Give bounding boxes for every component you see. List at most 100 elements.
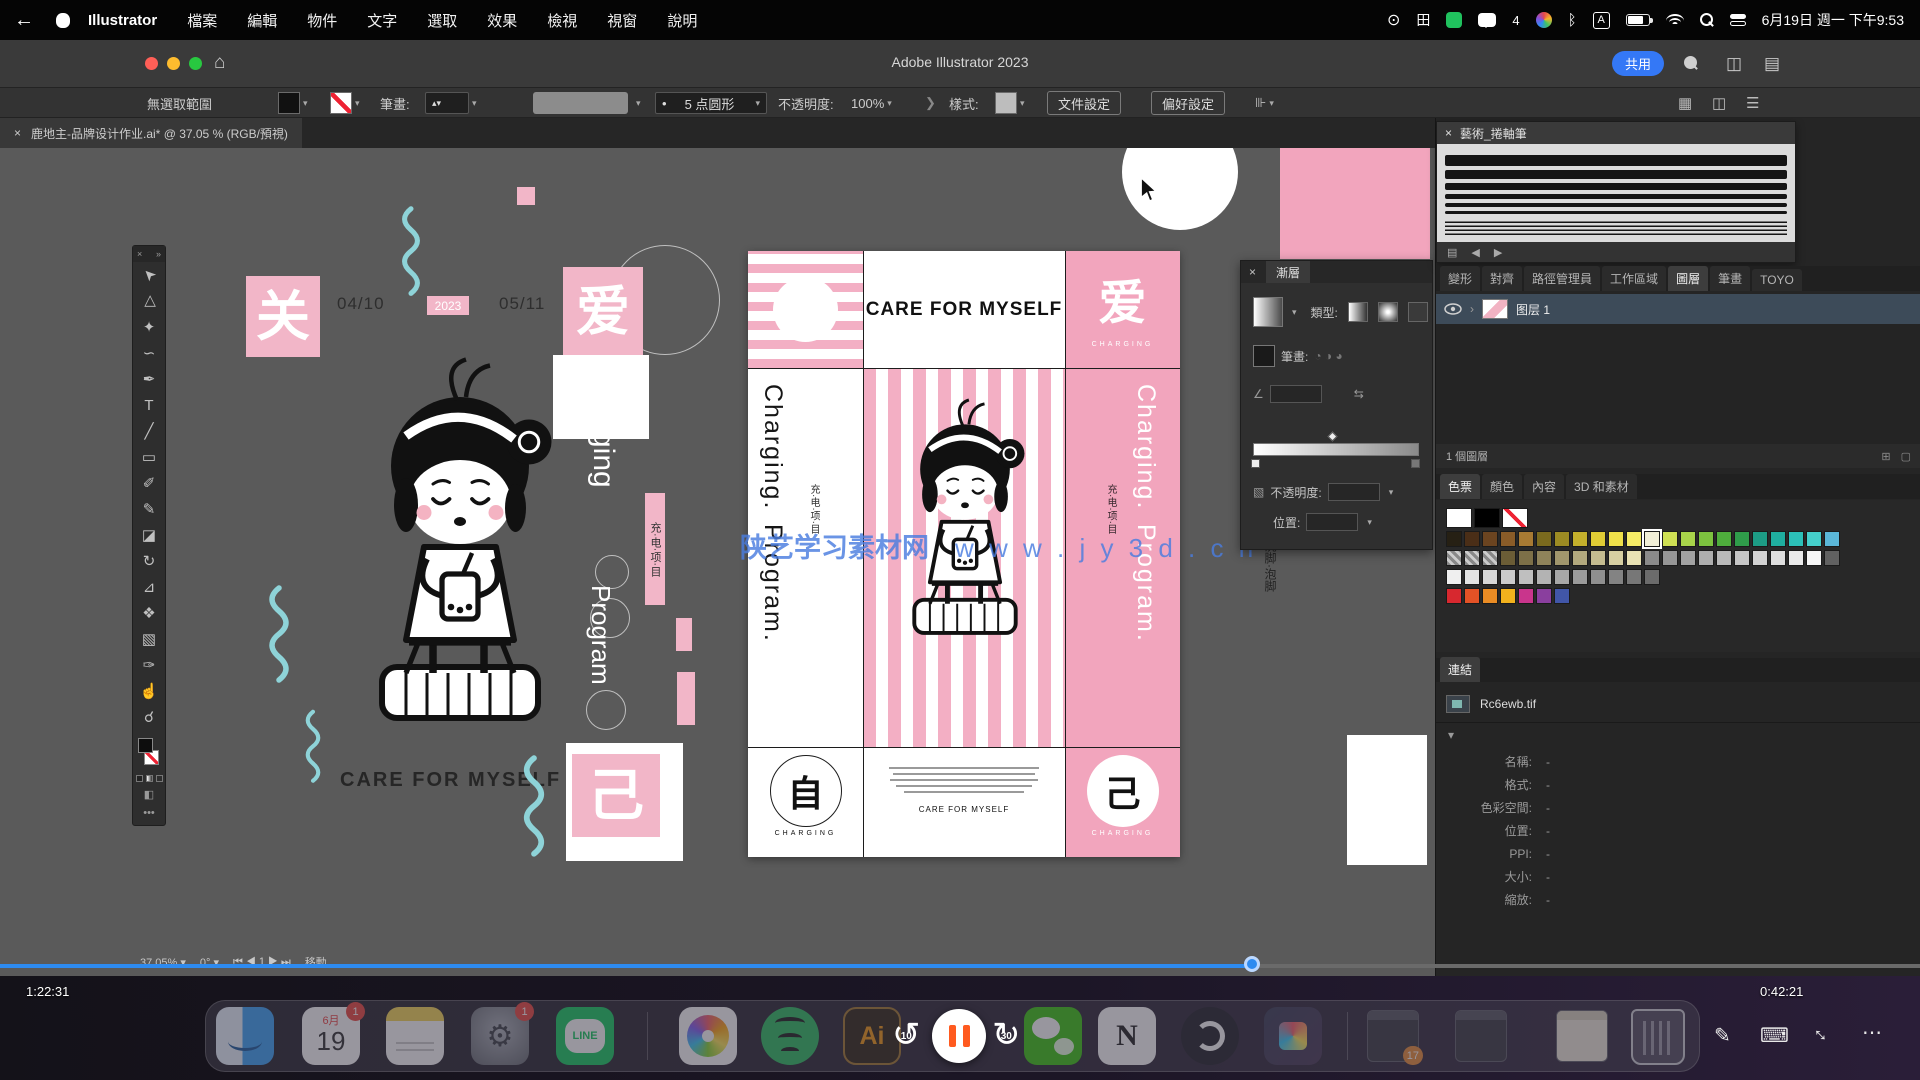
grid-view-icon[interactable]: ▦ (1678, 92, 1692, 114)
pen-tool[interactable]: ✒ (133, 366, 165, 392)
wifi-icon[interactable] (1666, 14, 1684, 27)
color-swatch[interactable] (1626, 550, 1642, 566)
pencil-tool[interactable]: ✎ (133, 496, 165, 522)
color-swatch[interactable] (1788, 531, 1804, 547)
color-swatch[interactable] (1518, 550, 1534, 566)
stroke-weight-stepper[interactable]: ▴▾▾ (425, 92, 477, 114)
color-swatch[interactable] (1518, 569, 1534, 585)
layer-visibility-icon[interactable] (1444, 303, 1462, 315)
document-setup-button[interactable]: 文件設定 (1047, 91, 1121, 115)
menu-item-編輯[interactable]: 編輯 (247, 10, 277, 31)
link-info-expander[interactable]: ▾ (1448, 728, 1454, 742)
color-swatch[interactable] (1500, 550, 1516, 566)
rotate-tool[interactable]: ↻ (133, 548, 165, 574)
shape-builder-tool[interactable]: ❖ (133, 600, 165, 626)
menu-item-視窗[interactable]: 視窗 (607, 10, 637, 31)
scale-tool[interactable]: ⊿ (133, 574, 165, 600)
new-layer-icon[interactable]: ⊞ (1881, 450, 1890, 463)
back-arrow-icon[interactable]: ← (14, 9, 34, 32)
color-swatch[interactable] (1824, 550, 1840, 566)
panel-tab-顏色[interactable]: 顏色 (1482, 474, 1522, 499)
color-swatch[interactable] (1554, 569, 1570, 585)
freeform-gradient-icon[interactable] (1408, 302, 1428, 322)
gradient-position-field[interactable] (1306, 513, 1358, 531)
brush-library-icon[interactable]: ▤ (1447, 246, 1457, 259)
color-swatch[interactable] (1572, 531, 1588, 547)
color-swatch[interactable] (1500, 588, 1516, 604)
color-swatch[interactable] (1554, 550, 1570, 566)
color-swatch[interactable] (1734, 531, 1750, 547)
stroke-color-well[interactable]: ▾ (330, 92, 360, 114)
color-swatch[interactable] (1770, 531, 1786, 547)
gradient-midpoint[interactable] (1328, 432, 1338, 442)
color-swatch[interactable] (1518, 588, 1534, 604)
panel-tab-筆畫[interactable]: 筆畫 (1710, 266, 1750, 291)
color-swatch[interactable] (1608, 550, 1624, 566)
color-swatch[interactable] (1482, 569, 1498, 585)
color-swatch[interactable] (1464, 531, 1480, 547)
control-center-icon[interactable] (1730, 14, 1746, 26)
color-swatch[interactable] (1482, 588, 1498, 604)
color-swatch[interactable] (1734, 550, 1750, 566)
colorful-app-icon[interactable] (1536, 12, 1552, 28)
lasso-tool[interactable]: ∽ (133, 340, 165, 366)
arrange-documents-icon[interactable]: ◫ (1726, 54, 1742, 74)
brushes-panel-close-icon[interactable]: × (1445, 126, 1452, 140)
color-swatch[interactable] (1644, 569, 1660, 585)
fill-chip[interactable] (138, 738, 153, 753)
gradient-panel-close-icon[interactable]: × (1249, 265, 1256, 279)
input-source-icon[interactable]: 田 (1416, 10, 1430, 30)
magic-wand-tool[interactable]: ✦ (133, 314, 165, 340)
color-swatch[interactable] (1788, 550, 1804, 566)
layer-name[interactable]: 图层 1 (1516, 301, 1550, 318)
screen-mirroring-icon[interactable]: ⊙ (1387, 10, 1400, 30)
brush-stroke-preview[interactable] (1445, 170, 1787, 179)
gradient-tool-icon[interactable]: ▧ (1253, 485, 1264, 499)
video-progress-track[interactable] (0, 964, 1920, 968)
color-swatch[interactable] (1590, 569, 1606, 585)
color-swatch[interactable] (1806, 550, 1822, 566)
radial-gradient-icon[interactable] (1378, 302, 1398, 322)
menu-item-說明[interactable]: 說明 (667, 10, 697, 31)
color-swatch[interactable] (1464, 569, 1480, 585)
pause-button[interactable] (932, 1009, 986, 1063)
type-tool[interactable]: T (133, 392, 165, 418)
brush-stroke-preview[interactable] (1445, 211, 1787, 214)
gradient-panel-tab[interactable]: 漸層 (1266, 261, 1310, 283)
skip-back-button[interactable]: ↺10 (892, 1018, 921, 1052)
color-swatch[interactable] (1752, 531, 1768, 547)
menu-clock[interactable]: 6月19日 週一 下午9:53 (1762, 10, 1904, 30)
more-options-chevron[interactable]: ❯ (925, 92, 936, 114)
spotlight-search-icon[interactable] (1700, 13, 1714, 27)
color-swatch[interactable] (1716, 531, 1732, 547)
gradient-tool[interactable]: ▧ (133, 626, 165, 652)
panel-tab-圖層[interactable]: 圖層 (1668, 266, 1708, 291)
eyedropper-tool[interactable]: ✑ (133, 652, 165, 678)
line-status-icon[interactable] (1446, 12, 1462, 28)
reverse-gradient-icon[interactable]: ⇆ (1354, 387, 1364, 401)
color-swatch[interactable] (1446, 550, 1462, 566)
gradient-opacity-field[interactable] (1328, 483, 1380, 501)
color-swatch[interactable] (1474, 508, 1500, 528)
panel-tab-3D 和素材[interactable]: 3D 和素材 (1566, 474, 1637, 499)
paintbrush-tool[interactable]: ✐ (133, 470, 165, 496)
link-item-row[interactable]: Rc6ewb.tif (1436, 690, 1920, 718)
color-swatch[interactable] (1626, 531, 1642, 547)
rectangle-tool[interactable]: ▭ (133, 444, 165, 470)
document-tab[interactable]: × 鹿地主-品牌设计作业.ai* @ 37.05 % (RGB/預視) (0, 118, 302, 148)
preferences-button[interactable]: 偏好設定 (1151, 91, 1225, 115)
gradient-ramp[interactable] (1253, 443, 1419, 456)
zoom-tool[interactable]: ☌ (133, 704, 165, 730)
direct-selection-tool[interactable]: ▷ (133, 288, 165, 314)
panel-tab-變形[interactable]: 變形 (1440, 266, 1480, 291)
close-document-icon[interactable]: × (14, 126, 21, 140)
menu-item-檢視[interactable]: 檢視 (547, 10, 577, 31)
workspace-switcher-icon[interactable]: ▤ (1764, 54, 1780, 74)
tools-panel-close-icon[interactable]: × (137, 249, 142, 259)
color-swatch[interactable] (1518, 531, 1534, 547)
prev-library-icon[interactable]: ◀ (1471, 246, 1479, 259)
color-swatch[interactable] (1502, 508, 1528, 528)
panel-tab-對齊[interactable]: 對齊 (1482, 266, 1522, 291)
opacity-value[interactable]: 100%▾ (851, 92, 892, 114)
color-swatch[interactable] (1446, 569, 1462, 585)
